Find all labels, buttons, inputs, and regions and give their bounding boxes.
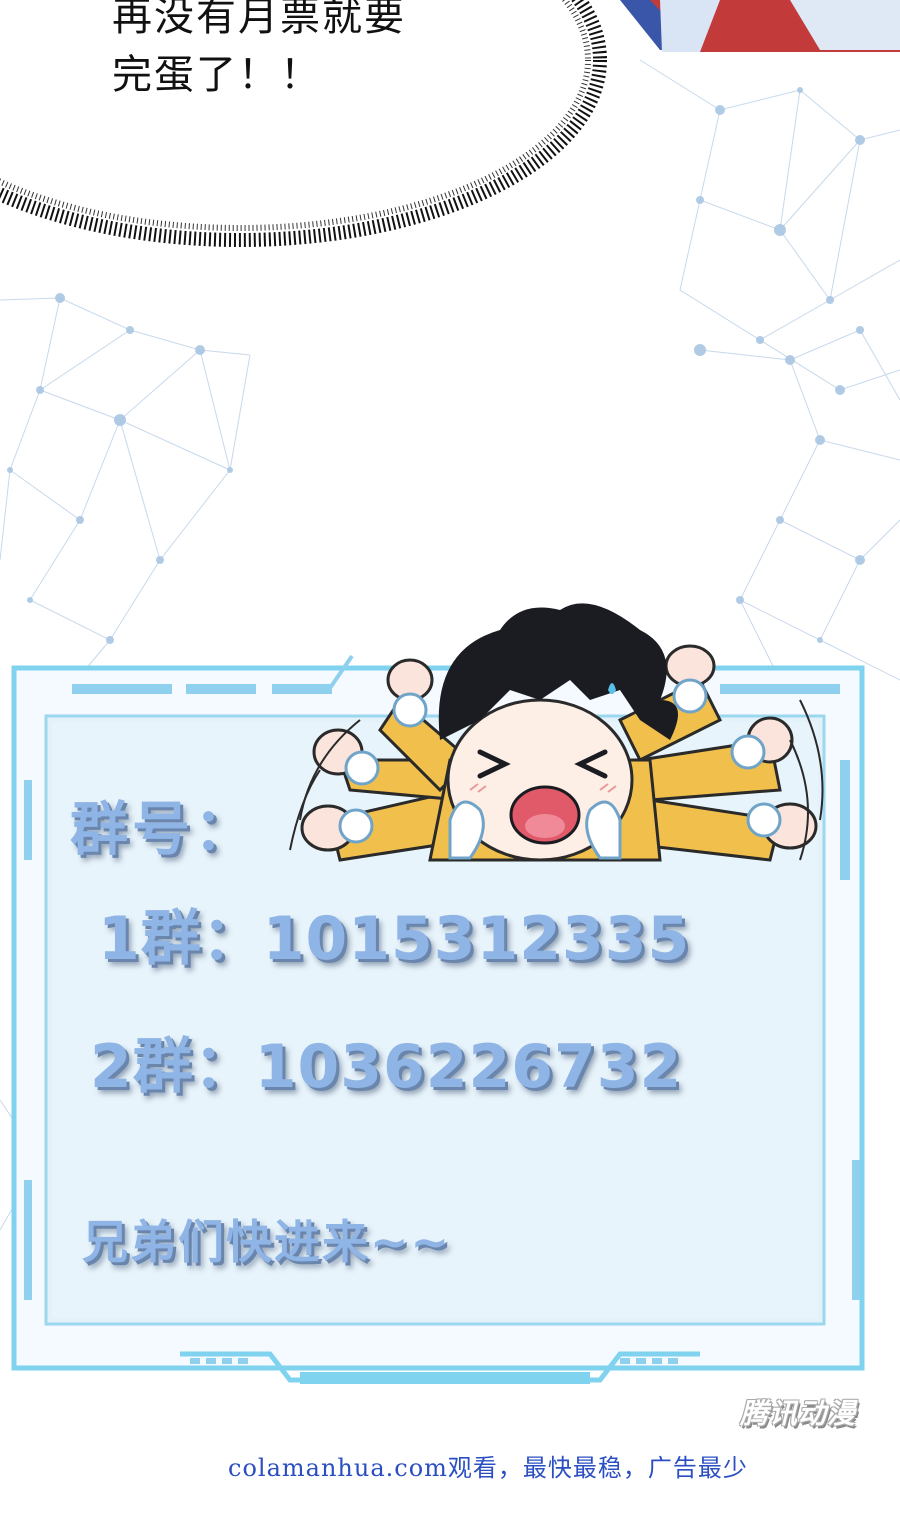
speech-line-1: 再没有月票就要 [112, 0, 406, 40]
group-number-label: 群号： [70, 795, 257, 863]
group-1-number: 1群：1015312335 [98, 904, 691, 974]
brand-logo: 腾讯动漫 [740, 1397, 857, 1430]
speech-line-2: 完蛋了！！ [112, 52, 322, 98]
group-2-number: 2群：1036226732 [90, 1032, 683, 1102]
call-to-action-text: 兄弟们快进来~~ [82, 1215, 452, 1269]
speech-bubble-text: 再没有月票就要 完蛋了！！ [112, 0, 406, 104]
footer-link-text[interactable]: colamanhua.com观看，最快最稳，广告最少 [228, 1448, 748, 1483]
partial-character-corner [620, 0, 900, 52]
network-background [0, 0, 900, 1384]
